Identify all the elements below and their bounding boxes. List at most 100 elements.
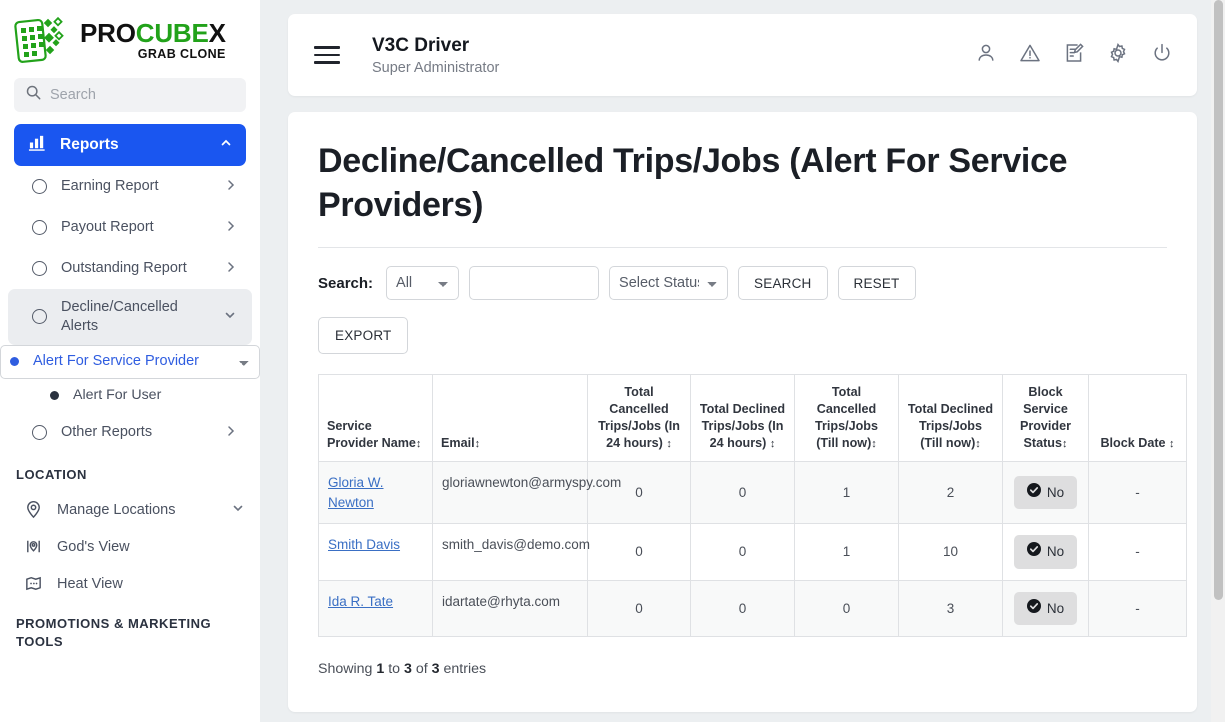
sidebar-section-location: LOCATION [16, 466, 87, 482]
column-header-block-date[interactable]: Block Date ↕ [1088, 374, 1187, 463]
sidebar-subitem-alert-for-user[interactable]: Alert For User [0, 379, 260, 412]
chevron-right-icon [226, 179, 236, 194]
sidebar-item-heat-view[interactable]: Heat View [0, 565, 260, 602]
service-provider-link[interactable]: Ida R. Tate [328, 594, 393, 609]
sidebar-item-gods-view-label: God's View [57, 538, 130, 555]
sidebar-item-other-reports[interactable]: Other Reports [8, 412, 252, 453]
sidebar-item-decline-cancelled-alerts[interactable]: Decline/Cancelled Alerts [8, 289, 252, 345]
search-button[interactable]: SEARCH [738, 266, 828, 301]
sidebar-item-payout-report[interactable]: Payout Report [8, 207, 252, 248]
column-header-total-cancelled-till-now-label: Total Cancelled Trips/Jobs (Till now) [815, 385, 878, 451]
column-header-total-cancelled-till-now[interactable]: Total Cancelled Trips/Jobs (Till now)↕ [794, 374, 899, 463]
showing-from: 1 [376, 661, 385, 678]
sidebar-subitem-alert-for-service-provider[interactable]: Alert For Service Provider [0, 344, 260, 379]
user-profile-icon[interactable] [975, 42, 997, 69]
column-header-total-cancelled-24h[interactable]: Total Cancelled Trips/Jobs (In 24 hours)… [587, 374, 691, 463]
power-logout-icon[interactable] [1151, 42, 1173, 69]
service-provider-link[interactable]: Smith Davis [328, 537, 400, 552]
cell-block-date: - [1088, 523, 1187, 581]
service-provider-link[interactable]: Gloria W. Newton [328, 475, 384, 510]
cell-declined-24h: 0 [690, 523, 795, 581]
column-header-block-status[interactable]: Block Service Provider Status↕ [1002, 374, 1089, 463]
sidebar-item-outstanding-report[interactable]: Outstanding Report [8, 248, 252, 289]
cell-declined-24h: 0 [690, 461, 795, 525]
showing-prefix: Showing [318, 661, 373, 678]
column-header-service-provider-name[interactable]: Service Provider Name↕ [318, 374, 433, 463]
edit-document-icon[interactable] [1063, 42, 1085, 69]
brand-logo[interactable]: PROCUBEX GRAB CLONE [0, 0, 260, 74]
chevron-right-icon [226, 261, 236, 276]
search-type-select[interactable]: All [386, 266, 460, 301]
cell-block-status: No [1002, 461, 1089, 525]
page-scrollbar[interactable] [1211, 0, 1225, 722]
cell-cancelled-total: 1 [794, 461, 899, 525]
showing-to: 3 [404, 661, 412, 678]
sidebar-item-manage-locations-label: Manage Locations [57, 501, 176, 518]
bar-chart-icon [28, 133, 47, 157]
content-card: Decline/Cancelled Trips/Jobs (Alert For … [288, 112, 1197, 712]
cell-declined-total: 2 [898, 461, 1003, 525]
cell-block-date: - [1088, 579, 1187, 638]
scrollbar-thumb[interactable] [1214, 0, 1223, 600]
sidebar-item-gods-view[interactable]: God's View [0, 528, 260, 565]
sidebar-item-reports-label: Reports [60, 136, 119, 153]
sort-updown-icon: ↕ [474, 438, 481, 451]
showing-total: 3 [431, 661, 440, 678]
sidebar-item-decline-cancelled-alerts-label: Decline/Cancelled Alerts [61, 299, 178, 334]
showing-entries: Showing 1 to 3 of 3 entries [318, 661, 1167, 677]
status-select[interactable]: Select Status [609, 266, 729, 301]
sidebar-item-other-reports-label: Other Reports [61, 423, 153, 440]
cell-cancelled-24h: 0 [587, 523, 691, 581]
check-circle-icon [1026, 482, 1041, 503]
block-status-label: No [1046, 600, 1065, 616]
sidebar-item-outstanding-report-label: Outstanding Report [61, 260, 187, 277]
warning-triangle-icon[interactable] [1019, 42, 1041, 69]
column-header-total-declined-till-now[interactable]: Total Declined Trips/Jobs (Till now)↕ [898, 374, 1003, 463]
topbar-title: V3C Driver [372, 35, 470, 57]
table-row: Smith Davis smith_davis@demo.com 0 0 1 1… [318, 523, 1187, 581]
column-header-email[interactable]: Email↕ [432, 374, 588, 463]
cell-email: smith_davis@demo.com [432, 523, 590, 581]
block-status-badge[interactable]: No [1013, 591, 1078, 626]
cell-name: Smith Davis [318, 523, 433, 581]
sidebar-item-reports[interactable]: Reports [14, 124, 246, 166]
app-root: PROCUBEX GRAB CLONE Search Reports Earni… [0, 0, 1225, 722]
sidebar: PROCUBEX GRAB CLONE Search Reports Earni… [0, 0, 260, 722]
search-label: Search: [318, 274, 374, 292]
cell-name: Ida R. Tate [318, 579, 433, 638]
gear-settings-icon[interactable] [1107, 42, 1129, 69]
chevron-up-icon [220, 136, 232, 154]
search-input[interactable] [469, 266, 600, 301]
table-row: Gloria W. Newton gloriawnewton@armyspy.c… [318, 461, 1187, 525]
heat-map-icon [24, 574, 43, 593]
sort-updown-icon: ↕ [871, 438, 877, 451]
sidebar-search[interactable]: Search [14, 78, 246, 112]
filter-bar: Search: All Select Status SEARCH RESET [318, 266, 1167, 301]
cell-declined-total: 3 [898, 579, 1003, 638]
reset-button[interactable]: RESET [837, 266, 916, 301]
block-status-badge[interactable]: No [1013, 535, 1078, 569]
sort-updown-icon: ↕ [415, 438, 422, 451]
sidebar-section-promotions: PROMOTIONS & MARKETING TOOLS [16, 616, 212, 649]
block-status-badge[interactable]: No [1013, 475, 1078, 510]
sort-updown-icon: ↕ [1169, 438, 1175, 451]
cell-name: Gloria W. Newton [318, 461, 433, 525]
hamburger-menu-icon[interactable] [314, 41, 340, 68]
check-circle-icon [1026, 598, 1041, 619]
sidebar-item-manage-locations[interactable]: Manage Locations [0, 491, 260, 528]
chevron-down-icon [232, 502, 244, 517]
sidebar-subitem-alert-for-service-provider-label: Alert For Service Provider [33, 352, 199, 369]
radio-circle-icon [32, 309, 47, 325]
export-button[interactable]: EXPORT [318, 317, 409, 355]
sidebar-subitem-alert-for-user-label: Alert For User [73, 386, 162, 403]
main-content: V3C Driver Super Administrator Decline/C… [260, 0, 1225, 722]
table-header-row: Service Provider Name↕ Email↕ Total Canc… [318, 374, 1187, 463]
top-bar: V3C Driver Super Administrator [288, 14, 1197, 96]
cell-email: idartate@rhyta.com [432, 579, 588, 638]
table-body: Gloria W. Newton gloriawnewton@armyspy.c… [318, 461, 1187, 638]
column-header-total-declined-24h[interactable]: Total Declined Trips/Jobs (In 24 hours) … [690, 374, 795, 463]
sidebar-item-earning-report[interactable]: Earning Report [8, 166, 252, 207]
column-header-service-provider-name-label: Service Provider Name [327, 419, 416, 451]
block-status-label: No [1046, 484, 1065, 500]
sidebar-item-earning-report-label: Earning Report [61, 178, 159, 195]
